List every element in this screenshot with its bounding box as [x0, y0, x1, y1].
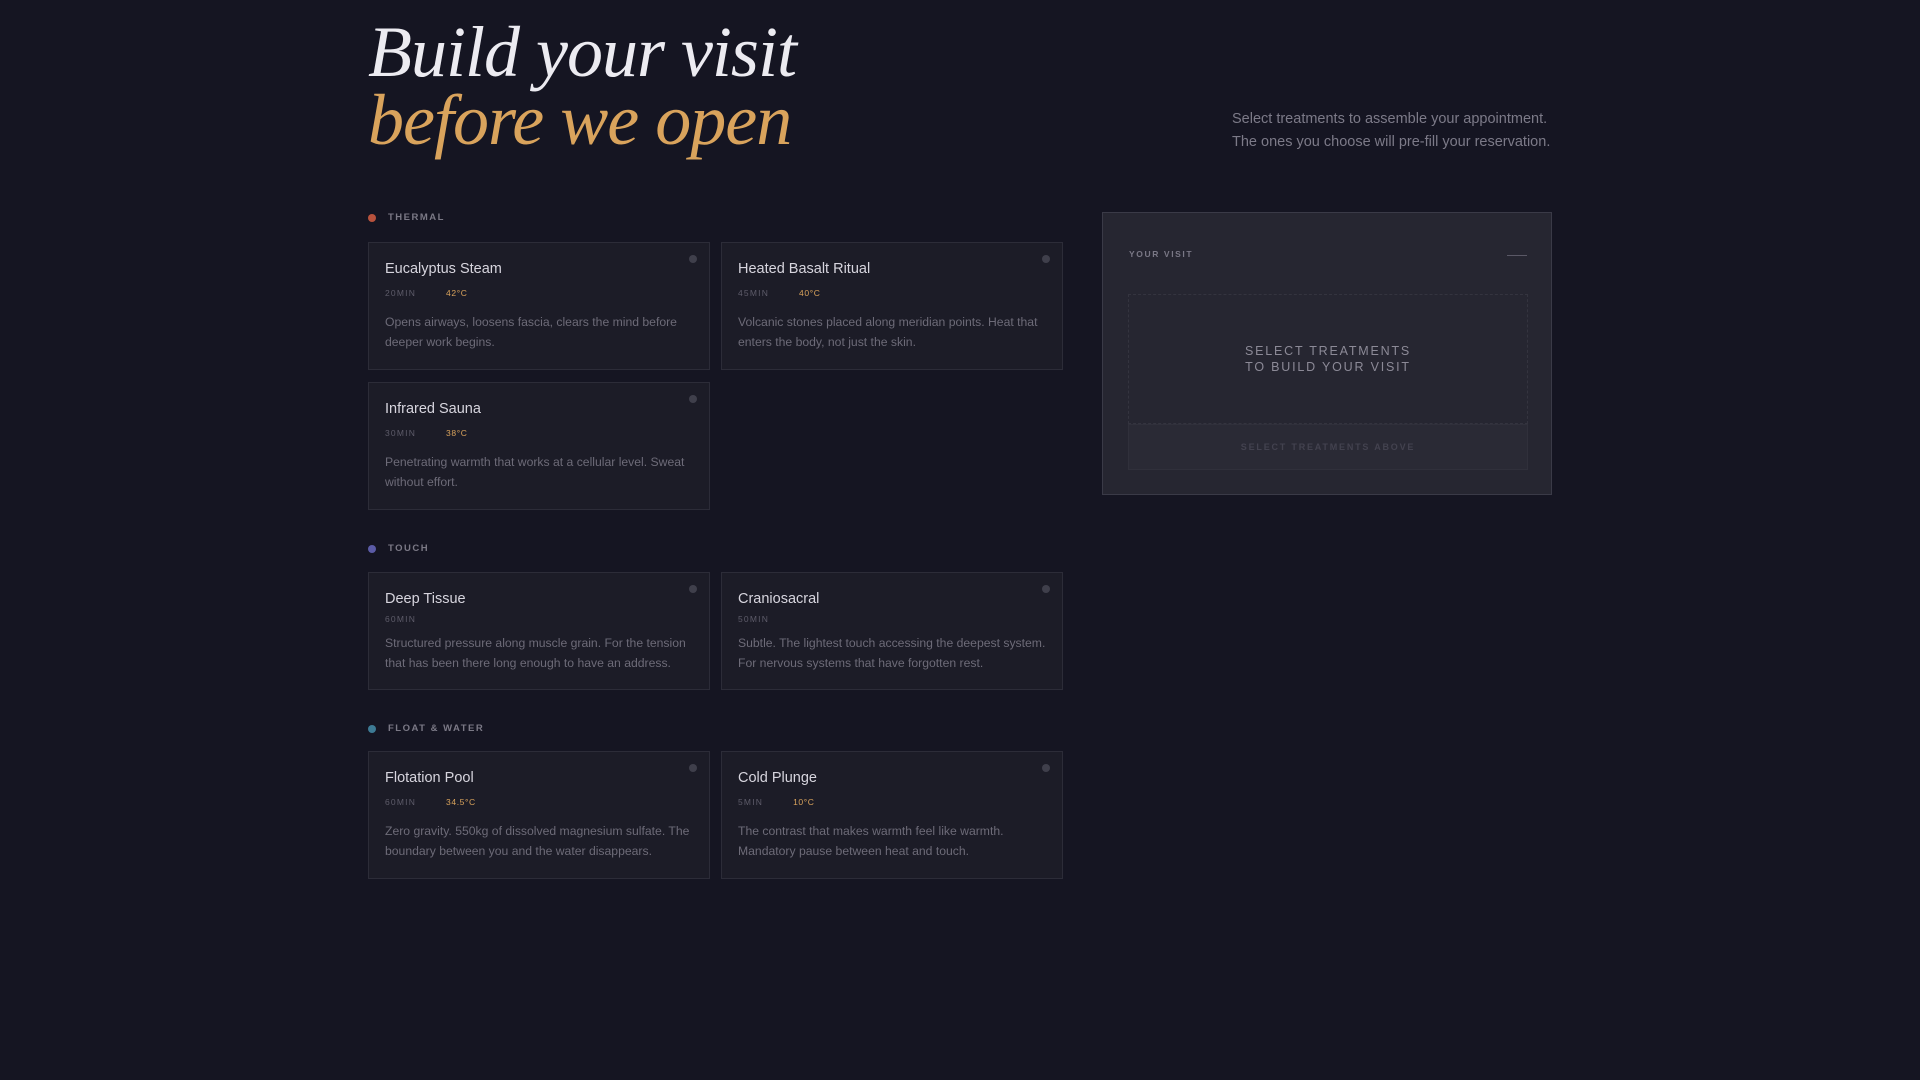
treatment-title: Cold Plunge — [738, 770, 817, 786]
select-indicator-icon[interactable] — [1042, 255, 1050, 263]
treatment-duration: 45MIN — [738, 288, 770, 298]
subtitle-line-2: The ones you choose will pre-fill your r… — [1232, 134, 1551, 150]
subtitle-line-1: Select treatments to assemble your appoi… — [1232, 111, 1548, 127]
treatment-meta: 50MIN — [738, 614, 1046, 625]
section-heading-thermal: THERMAL — [368, 212, 445, 223]
treatment-card-craniosacral[interactable]: Craniosacral 50MIN Subtle. The lightest … — [721, 572, 1063, 690]
treatment-title: Eucalyptus Steam — [385, 261, 502, 277]
treatment-card-flotation-pool[interactable]: Flotation Pool 60MIN 34.5°C Zero gravity… — [368, 751, 710, 879]
treatment-card-deep-tissue[interactable]: Deep Tissue 60MIN Structured pressure al… — [368, 572, 710, 690]
treatment-meta: 60MIN — [385, 614, 693, 625]
section-label-thermal: THERMAL — [388, 212, 445, 223]
treatment-duration: 5MIN — [738, 797, 764, 807]
touch-dot-icon — [368, 544, 376, 553]
treatment-temperature: 42°C — [446, 288, 468, 298]
treatment-meta: 45MIN 40°C — [738, 288, 1046, 299]
select-indicator-icon[interactable] — [1042, 585, 1050, 593]
treatment-duration: 60MIN — [385, 797, 417, 807]
treatment-temperature: 10°C — [793, 797, 815, 807]
float-water-dot-icon — [368, 724, 376, 733]
treatment-description: Opens airways, loosens fascia, clears th… — [385, 315, 677, 349]
treatment-title: Deep Tissue — [385, 591, 466, 607]
treatment-card-heated-basalt-ritual[interactable]: Heated Basalt Ritual 45MIN 40°C Volcanic… — [721, 242, 1063, 370]
empty-state-line-2: TO BUILD YOUR VISIT — [1245, 360, 1411, 374]
page-subtitle: Select treatments to assemble your appoi… — [1232, 108, 1550, 154]
treatment-temperature: 40°C — [799, 288, 821, 298]
treatment-duration: 50MIN — [738, 614, 770, 624]
treatment-card-eucalyptus-steam[interactable]: Eucalyptus Steam 20MIN 42°C Opens airway… — [368, 242, 710, 370]
treatment-description: Penetrating warmth that works at a cellu… — [385, 455, 685, 489]
treatment-meta: 60MIN 34.5°C — [385, 797, 693, 808]
page: Build your visit before we open Select t… — [0, 0, 1920, 1080]
visit-panel: YOUR VISIT SELECT TREATMENTS TO BUILD YO… — [1102, 212, 1552, 495]
treatment-title: Flotation Pool — [385, 770, 474, 786]
treatment-meta: 5MIN 10°C — [738, 797, 1046, 808]
treatment-title: Heated Basalt Ritual — [738, 261, 871, 277]
treatment-duration: 60MIN — [385, 614, 417, 624]
treatment-duration: 20MIN — [385, 288, 417, 298]
select-indicator-icon[interactable] — [689, 255, 697, 263]
treatment-meta: 30MIN 38°C — [385, 428, 693, 439]
treatment-description: Zero gravity. 550kg of dissolved magnesi… — [385, 824, 690, 858]
empty-state-line-1: SELECT TREATMENTS — [1244, 344, 1412, 358]
select-indicator-icon[interactable] — [689, 585, 697, 593]
treatment-description: Subtle. The lightest touch accessing the… — [738, 636, 1046, 670]
title-line-2: before we open — [368, 80, 792, 160]
section-heading-float-water: FLOAT & WATER — [368, 723, 484, 734]
section-label-float-water: FLOAT & WATER — [388, 723, 485, 734]
section-heading-touch: TOUCH — [368, 543, 429, 554]
visit-panel-title: YOUR VISIT — [1129, 249, 1194, 259]
select-indicator-icon[interactable] — [689, 395, 697, 403]
treatment-description: The contrast that makes warmth feel like… — [738, 824, 1004, 858]
treatment-description: Volcanic stones placed along meridian po… — [738, 315, 1038, 349]
treatment-card-infrared-sauna[interactable]: Infrared Sauna 30MIN 38°C Penetrating wa… — [368, 382, 710, 510]
treatment-title: Infrared Sauna — [385, 401, 481, 417]
thermal-dot-icon — [368, 213, 376, 222]
section-label-touch: TOUCH — [388, 543, 430, 554]
select-indicator-icon[interactable] — [689, 764, 697, 772]
select-indicator-icon[interactable] — [1042, 764, 1050, 772]
treatment-title: Craniosacral — [738, 591, 820, 607]
treatment-duration: 30MIN — [385, 428, 417, 438]
reserve-button[interactable]: SELECT TREATMENTS ABOVE — [1128, 424, 1528, 470]
treatment-card-cold-plunge[interactable]: Cold Plunge 5MIN 10°C The contrast that … — [721, 751, 1063, 879]
treatment-temperature: 34.5°C — [446, 797, 476, 807]
treatment-description: Structured pressure along muscle grain. … — [385, 636, 686, 670]
treatment-meta: 20MIN 42°C — [385, 288, 693, 299]
treatment-temperature: 38°C — [446, 428, 468, 438]
minus-icon[interactable] — [1507, 255, 1527, 256]
page-title: Build your visit before we open — [368, 12, 797, 160]
visit-empty-state: SELECT TREATMENTS TO BUILD YOUR VISIT — [1128, 294, 1528, 424]
title-line-1: Build your visit — [368, 12, 797, 92]
